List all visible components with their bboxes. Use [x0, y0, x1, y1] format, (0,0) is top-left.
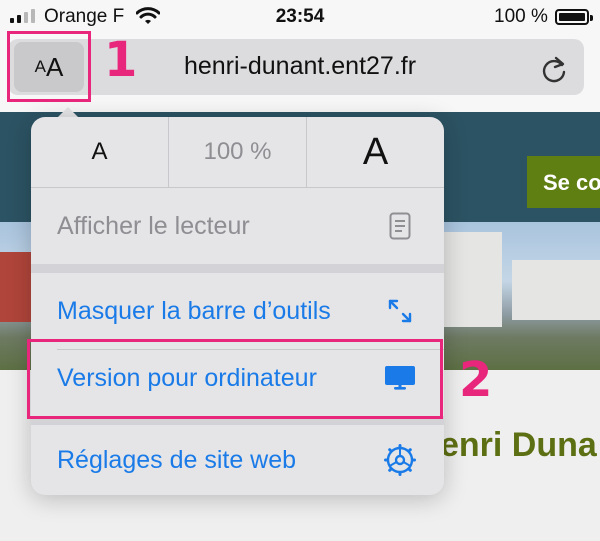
battery-percent: 100 % [494, 6, 548, 27]
annotation-number-2: 2 [459, 352, 493, 408]
menu-separator [31, 264, 444, 273]
reader-view-item[interactable]: Afficher le lecteur [31, 188, 444, 264]
page-settings-menu: A 100 % A Afficher le lecteur Masquer la… [31, 117, 444, 495]
reload-icon[interactable] [540, 55, 568, 90]
annotation-box-1 [7, 31, 91, 102]
login-button[interactable]: Se co [527, 156, 600, 208]
battery-icon [555, 9, 593, 25]
annotation-box-2 [27, 339, 443, 419]
website-settings-item[interactable]: Réglages de site web [31, 425, 444, 495]
reader-view-label: Afficher le lecteur [57, 211, 250, 240]
school-name-heading: enri Duna [440, 426, 597, 464]
expand-arrows-icon [384, 295, 416, 327]
website-settings-label: Réglages de site web [57, 445, 297, 474]
zoom-out-button[interactable]: A [31, 117, 168, 187]
reader-icon [384, 210, 416, 242]
status-bar: Orange F 23:54 100 % [0, 0, 600, 34]
hide-toolbar-item[interactable]: Masquer la barre d’outils [31, 273, 444, 349]
zoom-row: A 100 % A [31, 117, 444, 188]
annotation-number-1: 1 [104, 32, 138, 88]
zoom-in-button[interactable]: A [306, 117, 444, 187]
url-text[interactable]: henri-dunant.ent27.fr [100, 52, 500, 81]
zoom-level[interactable]: 100 % [168, 117, 306, 187]
gear-icon [384, 444, 416, 476]
hide-toolbar-label: Masquer la barre d’outils [57, 296, 331, 325]
